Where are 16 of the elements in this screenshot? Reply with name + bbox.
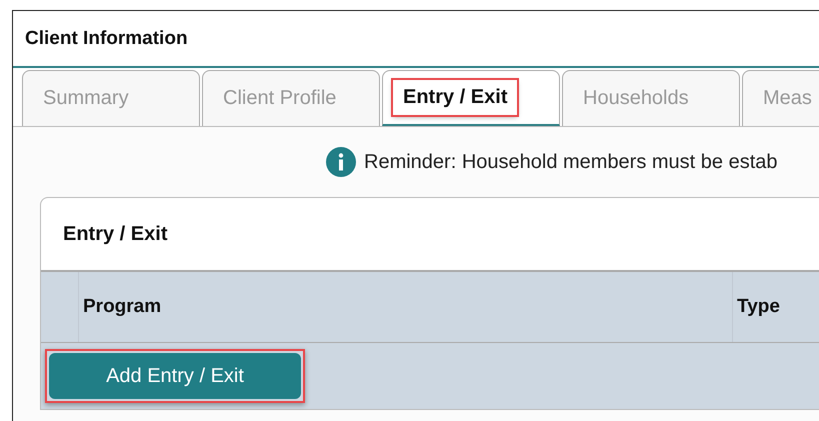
tab[interactable]: Client Profile [202, 70, 380, 126]
tab[interactable]: Entry / Exit [382, 70, 560, 126]
tab-label: Summary [42, 86, 130, 111]
tab-label: Households [582, 86, 690, 111]
tab[interactable]: Meas [742, 70, 819, 126]
tab[interactable]: Households [562, 70, 740, 126]
tab-label: Meas [762, 86, 813, 111]
panel-title: Client Information [13, 11, 819, 68]
reminder-text: Reminder: Household members must be estab [364, 150, 778, 174]
add-entry-button[interactable]: Add Entry / Exit [49, 353, 301, 399]
column-header: Type [732, 272, 819, 342]
column-header: Program [78, 272, 732, 342]
tab[interactable]: Summary [22, 70, 200, 126]
tab-label: Entry / Exit [393, 80, 518, 115]
tab-label: Client Profile [222, 86, 338, 111]
info-icon [326, 147, 356, 177]
